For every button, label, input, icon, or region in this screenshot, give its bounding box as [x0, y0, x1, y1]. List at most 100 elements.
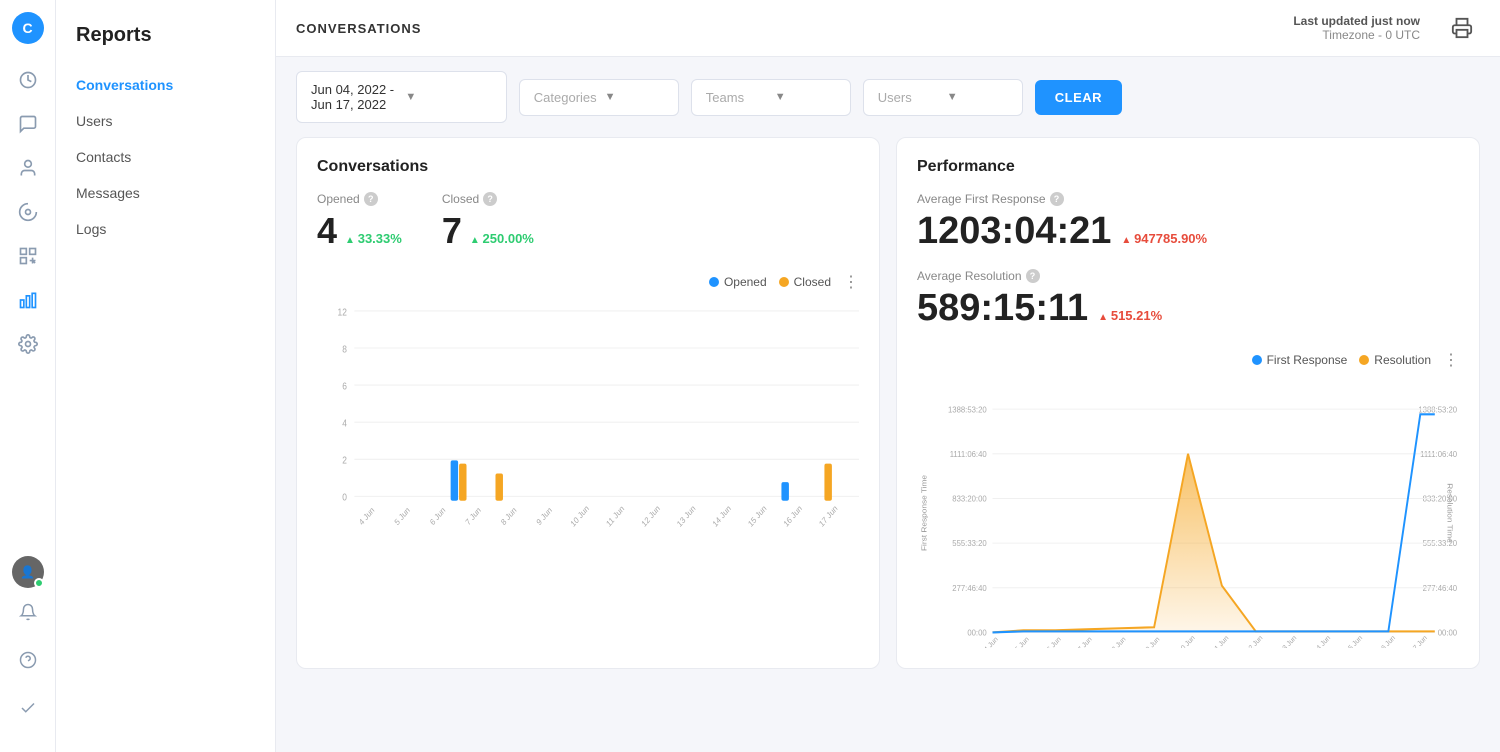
- resolution-change: 515.21%: [1098, 308, 1162, 323]
- legend-resolution: Resolution: [1359, 353, 1431, 367]
- opened-stat: Opened ? 4 33.33%: [317, 192, 402, 252]
- svg-text:555:33:20: 555:33:20: [952, 539, 987, 548]
- resolution-value: 589:15:11: [917, 287, 1088, 330]
- svg-text:277:46:40: 277:46:40: [952, 584, 987, 593]
- header-bar: CONVERSATIONS Last updated just now Time…: [276, 0, 1500, 57]
- svg-text:833:20:00: 833:20:00: [952, 494, 987, 503]
- user-avatar[interactable]: C: [12, 12, 44, 44]
- svg-text:14 Jun: 14 Jun: [1313, 634, 1332, 648]
- sidebar-icon-listen[interactable]: [8, 192, 48, 232]
- svg-text:1388:53:20: 1388:53:20: [948, 405, 987, 414]
- svg-text:10 Jun: 10 Jun: [1177, 634, 1196, 648]
- svg-text:17 Jun: 17 Jun: [1410, 634, 1429, 648]
- chevron-down-icon: ▼: [405, 91, 491, 103]
- sidebar-icon-help[interactable]: [8, 640, 48, 680]
- svg-text:11 Jun: 11 Jun: [1211, 635, 1230, 648]
- svg-text:11 Jun: 11 Jun: [605, 504, 626, 529]
- svg-text:00:00: 00:00: [1438, 628, 1458, 637]
- svg-text:8 Jun: 8 Jun: [499, 505, 518, 527]
- sidebar-icon-checkmark[interactable]: [8, 688, 48, 728]
- perf-chart-options-button[interactable]: ⋮: [1443, 350, 1459, 370]
- opened-change: 33.33%: [345, 231, 402, 246]
- nav-item-logs[interactable]: Logs: [56, 211, 275, 247]
- svg-text:First Response Time: First Response Time: [920, 474, 929, 551]
- first-response-help-icon: ?: [1050, 192, 1064, 206]
- svg-text:4 Jun: 4 Jun: [357, 505, 376, 527]
- chevron-down-icon: ▼: [605, 91, 664, 103]
- nav-item-messages[interactable]: Messages: [56, 175, 275, 211]
- user-avatar-small[interactable]: 👤: [12, 556, 44, 588]
- chevron-down-icon: ▼: [947, 91, 1008, 103]
- legend-dot-closed: [779, 277, 789, 287]
- chart-options-button[interactable]: ⋮: [843, 272, 859, 292]
- svg-text:12: 12: [338, 307, 347, 318]
- svg-text:1111:06:40: 1111:06:40: [950, 450, 987, 459]
- svg-text:10 Jun: 10 Jun: [569, 504, 591, 529]
- svg-text:7 Jun: 7 Jun: [464, 505, 483, 527]
- svg-text:5 Jun: 5 Jun: [393, 505, 412, 527]
- svg-text:277:46:40: 277:46:40: [1423, 584, 1458, 593]
- svg-text:14 Jun: 14 Jun: [711, 504, 733, 529]
- svg-text:6: 6: [342, 381, 347, 392]
- nav-item-conversations[interactable]: Conversations: [56, 67, 275, 103]
- closed-value: 7: [442, 210, 462, 252]
- clear-button[interactable]: CLEAR: [1035, 80, 1122, 115]
- svg-text:0: 0: [342, 492, 347, 503]
- svg-text:7 Jun: 7 Jun: [1077, 636, 1094, 648]
- legend-opened: Opened: [709, 275, 767, 289]
- svg-text:1111:06:40: 1111:06:40: [1420, 450, 1457, 459]
- legend-dot-opened: [709, 277, 719, 287]
- sidebar-icon-rail: C 👤: [0, 0, 56, 752]
- svg-text:8 Jun: 8 Jun: [1111, 636, 1128, 648]
- svg-text:16 Jun: 16 Jun: [1378, 634, 1397, 648]
- nav-title: Reports: [56, 16, 275, 67]
- performance-card: Performance Average First Response ? 120…: [896, 137, 1480, 669]
- main-content: CONVERSATIONS Last updated just now Time…: [276, 0, 1500, 752]
- sidebar-icon-notifications[interactable]: [8, 592, 48, 632]
- performance-card-title: Performance: [917, 158, 1459, 176]
- print-button[interactable]: [1444, 10, 1480, 46]
- categories-filter[interactable]: Categories ▼: [519, 79, 679, 116]
- sidebar-icon-activity[interactable]: [8, 60, 48, 100]
- bar-chart: 0 2 4 6 8 12 4 Jun: [317, 300, 859, 540]
- sidebar-icon-contacts[interactable]: [8, 148, 48, 188]
- date-range-filter[interactable]: Jun 04, 2022 - Jun 17, 2022 ▼: [296, 71, 507, 123]
- svg-text:15 Jun: 15 Jun: [1345, 634, 1364, 648]
- svg-text:9 Jun: 9 Jun: [1145, 636, 1162, 648]
- users-filter[interactable]: Users ▼: [863, 79, 1023, 116]
- svg-text:17 Jun: 17 Jun: [818, 504, 840, 529]
- last-updated-info: Last updated just now Timezone - 0 UTC: [1293, 14, 1420, 42]
- svg-text:6 Jun: 6 Jun: [1046, 636, 1063, 648]
- svg-text:6 Jun: 6 Jun: [428, 505, 447, 527]
- svg-text:1388:53:20: 1388:53:20: [1418, 405, 1457, 414]
- svg-text:15 Jun: 15 Jun: [747, 504, 769, 529]
- resolution-help-icon: ?: [1026, 269, 1040, 283]
- nav-item-contacts[interactable]: Contacts: [56, 139, 275, 175]
- svg-text:12 Jun: 12 Jun: [640, 504, 662, 529]
- svg-text:16 Jun: 16 Jun: [782, 504, 804, 529]
- svg-text:12 Jun: 12 Jun: [1245, 634, 1264, 648]
- online-indicator: [34, 578, 44, 588]
- closed-change: 250.00%: [470, 231, 534, 246]
- line-chart: 00:00 277:46:40 555:33:20 833:20:00 1111…: [917, 378, 1459, 648]
- svg-text:00:00: 00:00: [967, 628, 987, 637]
- sidebar-icon-reports[interactable]: [8, 280, 48, 320]
- teams-filter[interactable]: Teams ▼: [691, 79, 851, 116]
- svg-text:Resolution Time: Resolution Time: [1445, 483, 1454, 543]
- opened-value: 4: [317, 210, 337, 252]
- sidebar-icon-flow[interactable]: [8, 236, 48, 276]
- svg-text:5 Jun: 5 Jun: [1014, 636, 1031, 648]
- conversations-card-title: Conversations: [317, 158, 859, 176]
- svg-text:13 Jun: 13 Jun: [676, 504, 698, 529]
- chevron-down-icon: ▼: [775, 91, 836, 103]
- nav-item-users[interactable]: Users: [56, 103, 275, 139]
- sidebar-icon-settings[interactable]: [8, 324, 48, 364]
- page-title: CONVERSATIONS: [296, 21, 421, 36]
- svg-text:4: 4: [342, 418, 347, 429]
- first-response-change: 947785.90%: [1121, 231, 1207, 246]
- dashboard-grid: Conversations Opened ? 4 33.33% Closed: [276, 137, 1500, 689]
- svg-text:8: 8: [342, 344, 347, 355]
- resolution-stat: Average Resolution ? 589:15:11 515.21%: [917, 269, 1459, 334]
- sidebar-icon-chat[interactable]: [8, 104, 48, 144]
- conversations-stats: Opened ? 4 33.33% Closed ? 7 250: [317, 192, 859, 252]
